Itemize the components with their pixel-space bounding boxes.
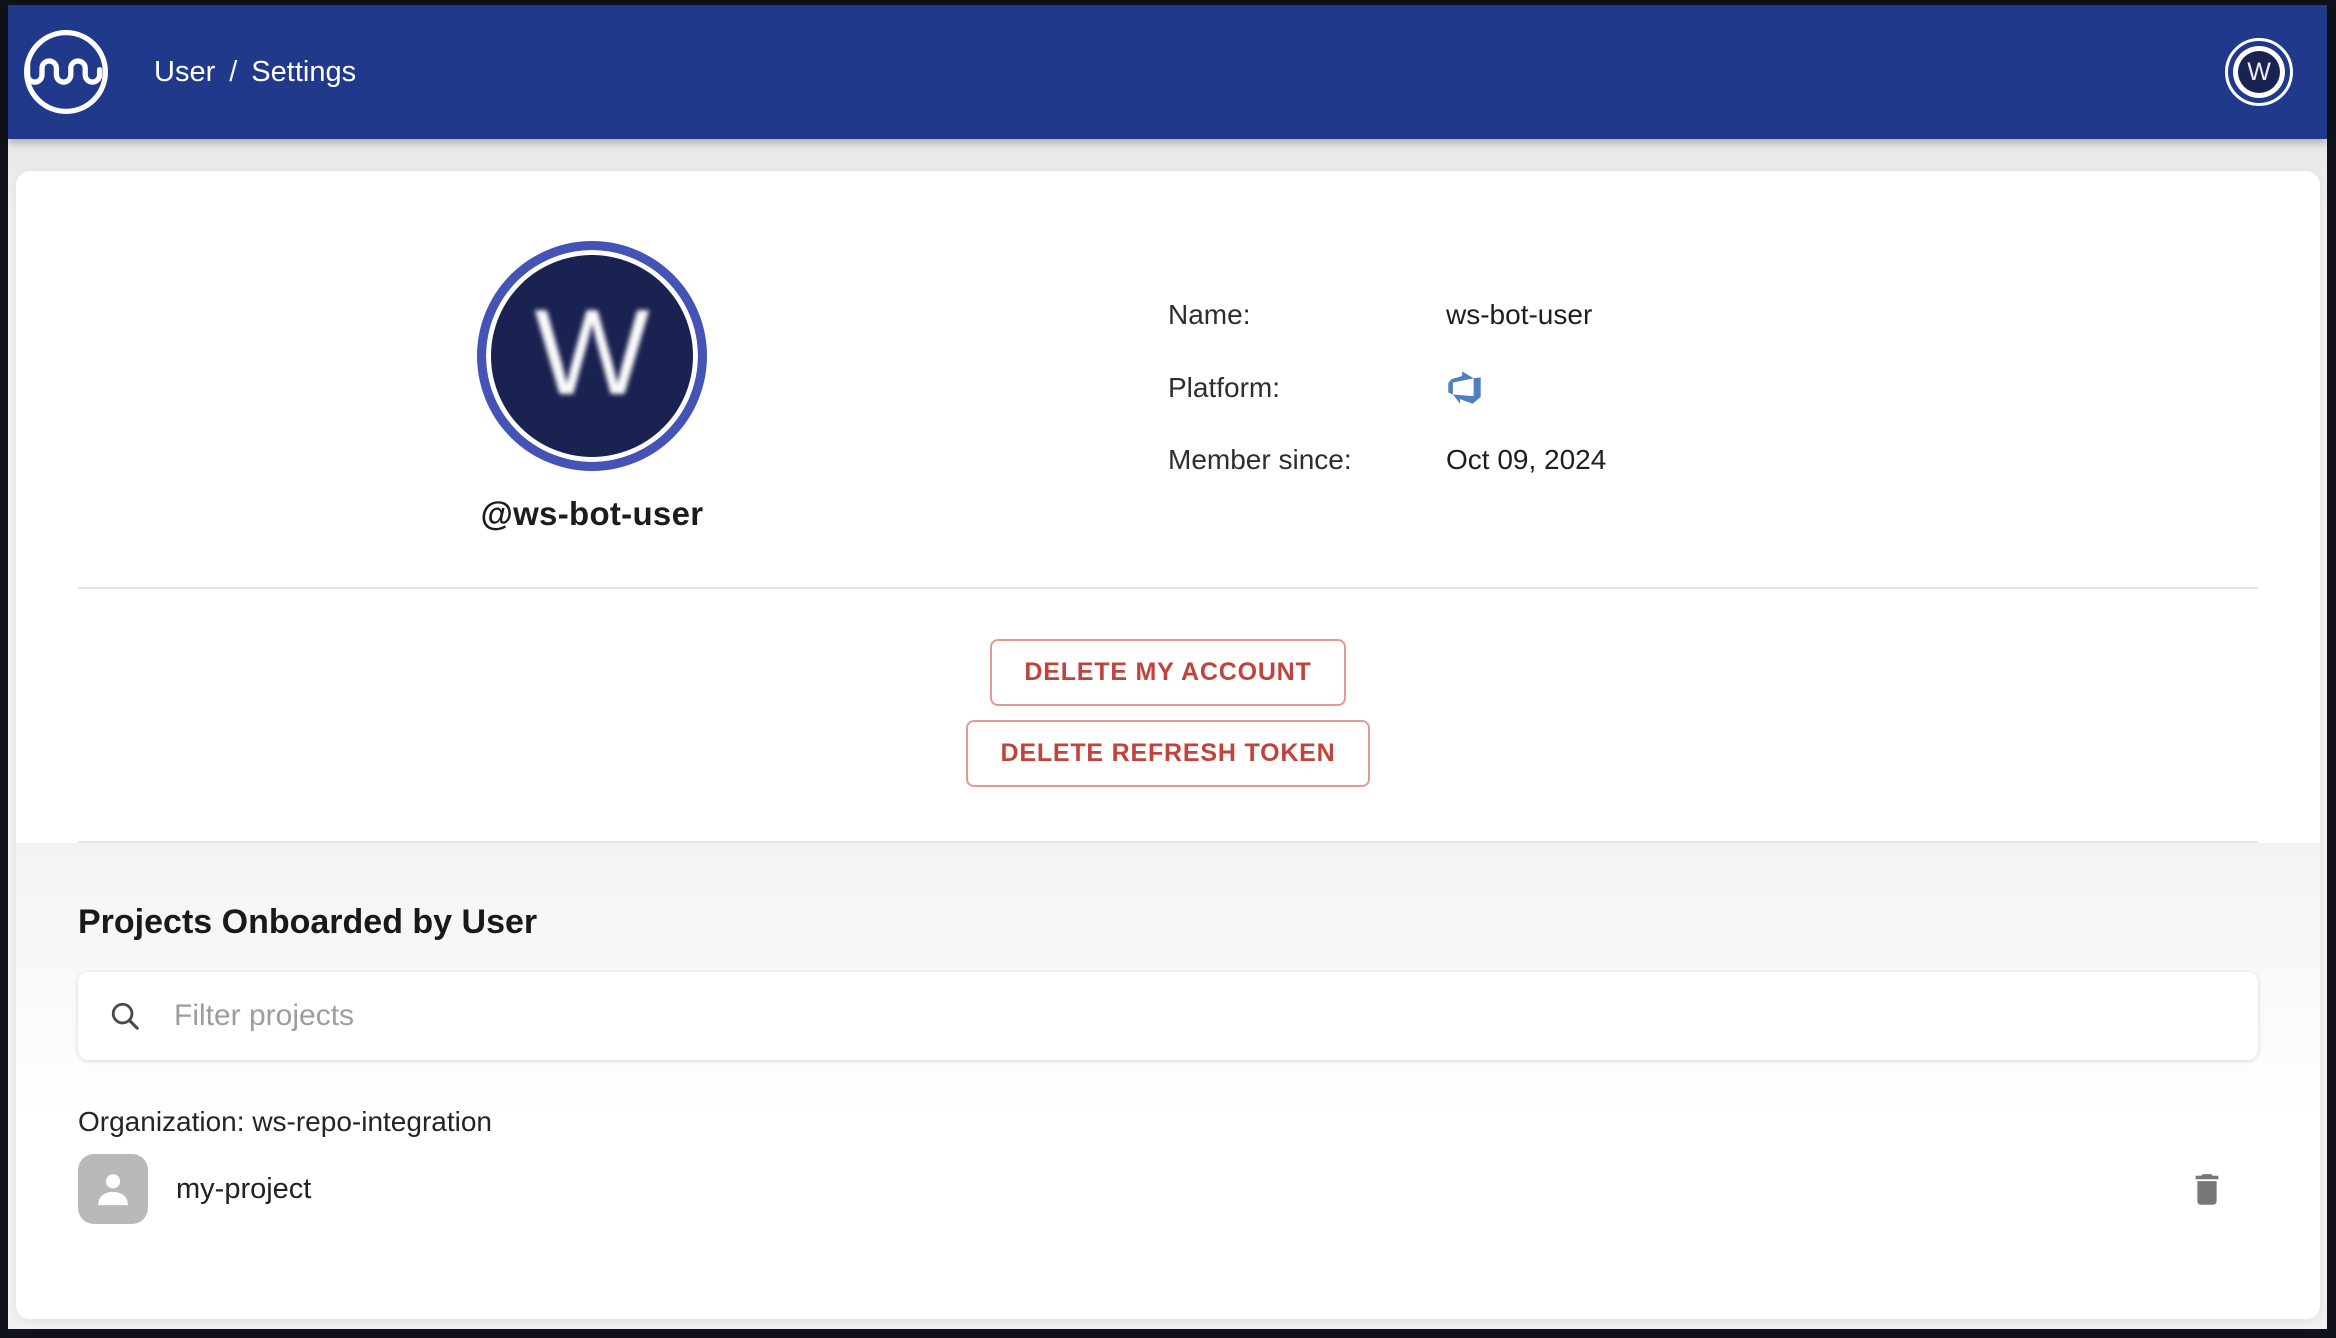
name-value: ws-bot-user: [1446, 299, 1593, 330]
app-window: User / Settings W W @ws-bot-user Name: w…: [0, 0, 2336, 1338]
mend-logo-icon[interactable]: [18, 24, 114, 120]
delete-project-button[interactable]: [2186, 1168, 2228, 1210]
person-icon: [98, 1174, 128, 1206]
delete-account-button[interactable]: DELETE MY ACCOUNT: [990, 639, 1346, 706]
project-name: my-project: [176, 1172, 312, 1205]
user-settings-card: W @ws-bot-user Name: ws-bot-user Platfor…: [16, 171, 2320, 1319]
filter-projects-box: [78, 972, 2258, 1060]
azure-devops-icon: [1448, 371, 1481, 404]
app-header: User / Settings W: [8, 5, 2327, 139]
user-menu-avatar[interactable]: W: [2225, 38, 2293, 106]
user-info: Name: ws-bot-user Platform: Member since…: [1168, 241, 2320, 533]
platform-label: Platform:: [1168, 371, 1281, 403]
filter-projects-input[interactable]: [174, 999, 2228, 1033]
info-row-member-since: Member since: Oct 09, 2024: [1168, 442, 2320, 478]
platform-value: [1446, 369, 1483, 406]
profile-avatar-letter: W: [534, 284, 650, 420]
project-avatar: [78, 1154, 148, 1224]
info-row-platform: Platform:: [1168, 369, 2320, 406]
project-row: my-project: [78, 1154, 2258, 1224]
projects-heading: Projects Onboarded by User: [78, 903, 538, 941]
breadcrumb-item-settings[interactable]: Settings: [251, 56, 356, 89]
breadcrumb-separator: /: [229, 55, 238, 88]
projects-section: Projects Onboarded by User Organization:…: [16, 843, 2320, 1319]
delete-refresh-token-button[interactable]: DELETE REFRESH TOKEN: [966, 720, 1370, 787]
main-area: W @ws-bot-user Name: ws-bot-user Platfor…: [8, 139, 2327, 1329]
trash-icon: [2195, 1174, 2219, 1205]
member-since-value: Oct 09, 2024: [1446, 444, 1607, 475]
user-menu-avatar-letter: W: [2233, 46, 2285, 98]
organization-label: Organization: ws-repo-integration: [78, 1106, 492, 1137]
breadcrumb-item-user[interactable]: User: [154, 56, 215, 89]
profile-avatar: W: [477, 241, 707, 471]
member-since-label: Member since:: [1168, 444, 1352, 475]
username: @ws-bot-user: [480, 495, 704, 532]
breadcrumb: User / Settings: [154, 56, 356, 89]
account-actions: DELETE MY ACCOUNT DELETE REFRESH TOKEN: [16, 589, 2320, 841]
search-icon: [111, 1002, 139, 1030]
info-row-name: Name: ws-bot-user: [1168, 297, 2320, 333]
profile-section: W @ws-bot-user Name: ws-bot-user Platfor…: [16, 171, 2320, 533]
name-label: Name:: [1168, 299, 1251, 330]
avatar-column: W @ws-bot-user: [16, 241, 1168, 533]
